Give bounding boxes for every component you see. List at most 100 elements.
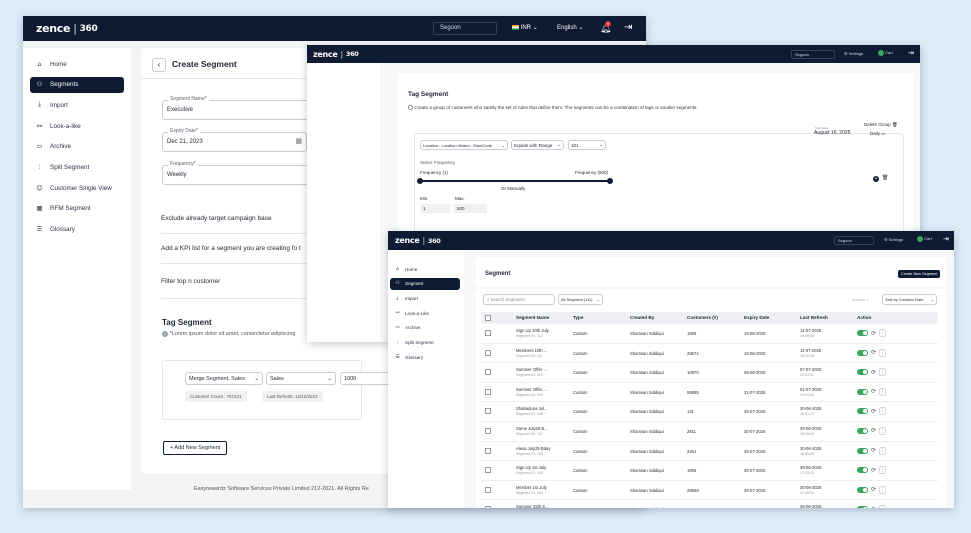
table-row[interactable]: Members 10th ... Segment ID: 111 Custom Sh… [481, 344, 938, 364]
active-toggle[interactable] [857, 408, 868, 415]
col-type[interactable]: Type [573, 315, 583, 320]
table-row[interactable]: Alexa July25 Bday Segment ID: 106 Custom S… [481, 442, 938, 462]
logout-icon[interactable]: ⇥ [908, 49, 914, 57]
table-row[interactable]: Summer Offer ... Segment ID: 110 Custom Sh… [481, 363, 938, 383]
currency-select[interactable]: INR ⌄ [512, 24, 538, 31]
value-select[interactable]: 101 ⌄ [568, 140, 606, 150]
sidebar-item-glossary[interactable]: ☰ Glossary [30, 222, 124, 238]
slider-handle-max[interactable] [607, 178, 613, 184]
more-options-icon[interactable]: ⋮ [879, 426, 887, 435]
search-input[interactable]: ⌕ Search Segments [483, 294, 555, 305]
select-all-checkbox[interactable] [485, 315, 491, 321]
more-options-icon[interactable]: ⋮ [879, 348, 887, 357]
sidebar-item-archive[interactable]: ▭ Archive [390, 322, 460, 334]
more-options-icon[interactable]: ⋮ [879, 407, 887, 416]
col-last-refresh[interactable]: Last Refresh [800, 315, 828, 320]
frequency-slider-track[interactable] [420, 180, 610, 182]
language-select[interactable]: English ⌄ [557, 24, 583, 31]
more-options-icon[interactable]: ⋮ [879, 446, 887, 455]
sidebar-item-rfm-segment[interactable]: ▦ RFM Segment [30, 201, 124, 217]
store-select[interactable]: Segoon [791, 50, 835, 59]
sidebar-item-home[interactable]: ⌂ Home [30, 56, 124, 72]
table-row[interactable]: Same July25 B... Segment ID: 107 Custom Sh… [481, 422, 938, 442]
table-row[interactable]: Shabaduna Jul... Segment ID: 108 Custom Sh… [481, 402, 938, 422]
row-checkbox[interactable] [485, 330, 491, 336]
refresh-icon[interactable]: ⟳ [871, 506, 876, 508]
refresh-icon[interactable]: ⟳ [871, 408, 876, 415]
active-toggle[interactable] [857, 388, 868, 395]
sidebar-item-segment[interactable]: ⚇ Segment [390, 277, 460, 290]
store-select[interactable]: Segoon [433, 22, 497, 35]
row-checkbox[interactable] [485, 388, 491, 395]
merge-segment-select[interactable]: Merge Segment, Sales ⌄ [185, 372, 263, 385]
sort-select[interactable]: Sort by Creation Date ⌄ [882, 294, 937, 305]
table-row[interactable]: Sign Up 10th July Segment ID: 112 Custom S… [481, 324, 938, 344]
kpi-list-option[interactable]: Add a KPI list for a segment you are cre… [161, 245, 301, 252]
row-checkbox[interactable] [485, 467, 491, 474]
row-checkbox[interactable] [485, 506, 491, 508]
user-avatar[interactable]: Cart [878, 50, 893, 56]
segment-name[interactable]: Member 1st July [516, 485, 547, 490]
more-options-icon[interactable]: ⋮ [879, 505, 887, 508]
calendar-icon[interactable]: ▦ [295, 137, 302, 145]
calendar-icon[interactable]: ▭ [881, 131, 885, 136]
row-checkbox[interactable] [485, 349, 491, 356]
refresh-icon[interactable]: ⟳ [871, 467, 876, 474]
active-toggle[interactable] [857, 369, 868, 376]
row-checkbox[interactable] [485, 447, 491, 454]
row-checkbox[interactable] [485, 486, 491, 493]
location-select[interactable]: Location : Location Visited : StoreCode ⌄ [420, 140, 508, 150]
table-row[interactable]: Sign Up 1st July Segment ID: 105 Custom Sh… [481, 461, 938, 481]
segment-name[interactable]: Sign Up 1st July [516, 465, 546, 470]
range-select[interactable]: Equals with Range ⌄ [511, 140, 564, 150]
col-created-by[interactable]: Created By [630, 315, 654, 320]
refresh-icon[interactable]: ⟳ [871, 486, 876, 493]
create-new-segment-button[interactable]: Create New Segment [898, 270, 941, 278]
slider-handle-min[interactable] [417, 178, 423, 184]
sidebar-item-import[interactable]: ⤓ Import [30, 97, 124, 113]
col-segment-name[interactable]: Segment Name [516, 315, 549, 320]
exclude-target-option[interactable]: Exclude already target campaign base [161, 215, 272, 222]
segment-name[interactable]: Summer Offer ... [516, 387, 547, 392]
sidebar-item-look-a-like[interactable]: ⚯ Look-a-Like [390, 307, 460, 319]
active-toggle[interactable] [857, 447, 868, 454]
filter-top-option[interactable]: Filter top n customer [161, 278, 220, 285]
sidebar-item-look-a-like[interactable]: ⚯ Look-a-like [30, 118, 124, 134]
add-new-segment-button[interactable]: + Add New Segment [163, 441, 228, 455]
sidebar-item-customer-single-view[interactable]: ☺ Customer Single View [30, 180, 124, 196]
refresh-icon[interactable]: ⟳ [871, 369, 876, 376]
settings-link[interactable]: ⚙ Settings [844, 51, 863, 56]
rule-value-input[interactable]: 1000 [340, 372, 390, 385]
active-toggle[interactable] [857, 486, 868, 493]
sidebar-item-split-segment[interactable]: ⫶ Split Segment [390, 337, 460, 349]
expiry-date-field[interactable]: Expiry Date* Dec 21, 2023 ▦ [162, 128, 307, 152]
row-checkbox[interactable] [485, 408, 491, 415]
more-options-icon[interactable]: ⋮ [879, 485, 887, 494]
refresh-icon[interactable]: ⟳ [871, 427, 876, 434]
refresh-icon[interactable]: ⟳ [871, 330, 876, 337]
active-toggle[interactable] [857, 349, 868, 356]
max-input[interactable]: 500 [454, 204, 487, 213]
sidebar-item-split-segment[interactable]: ⫶ Split Segment [30, 160, 124, 176]
archive-toggle[interactable]: Archive ○ [852, 297, 869, 302]
segment-name[interactable]: Summer Offer ... [516, 367, 547, 372]
refresh-icon[interactable]: ⟳ [871, 388, 876, 395]
table-row[interactable]: Member 1st July Segment ID: 104 Custom Sha… [481, 481, 938, 501]
more-options-icon[interactable]: ⋮ [879, 387, 887, 396]
sidebar-item-import[interactable]: ⤓ Import [390, 292, 460, 304]
sidebar-item-segments[interactable]: ⚇ Segments [30, 76, 124, 93]
segment-name[interactable]: Members 10th ... [516, 348, 547, 353]
logout-icon[interactable]: ⇥ [624, 22, 632, 33]
user-avatar[interactable]: Cart [917, 236, 932, 242]
back-button[interactable]: ‹ [152, 58, 166, 72]
min-input[interactable]: 1 [420, 204, 450, 213]
active-toggle[interactable] [857, 467, 868, 474]
segment-name[interactable]: Same July25 B... [516, 426, 548, 431]
more-options-icon[interactable]: ⋮ [879, 368, 887, 377]
sidebar-item-archive[interactable]: ▭ Archive [30, 139, 124, 155]
logout-icon[interactable]: ⇥ [943, 235, 949, 243]
segment-name[interactable]: Alexa July25 Bday [516, 446, 550, 451]
segment-name[interactable]: Shabaduna Jul... [516, 406, 547, 411]
more-options-icon[interactable]: ⋮ [879, 466, 887, 475]
sidebar-item-home[interactable]: ⌂ Home [390, 263, 460, 275]
